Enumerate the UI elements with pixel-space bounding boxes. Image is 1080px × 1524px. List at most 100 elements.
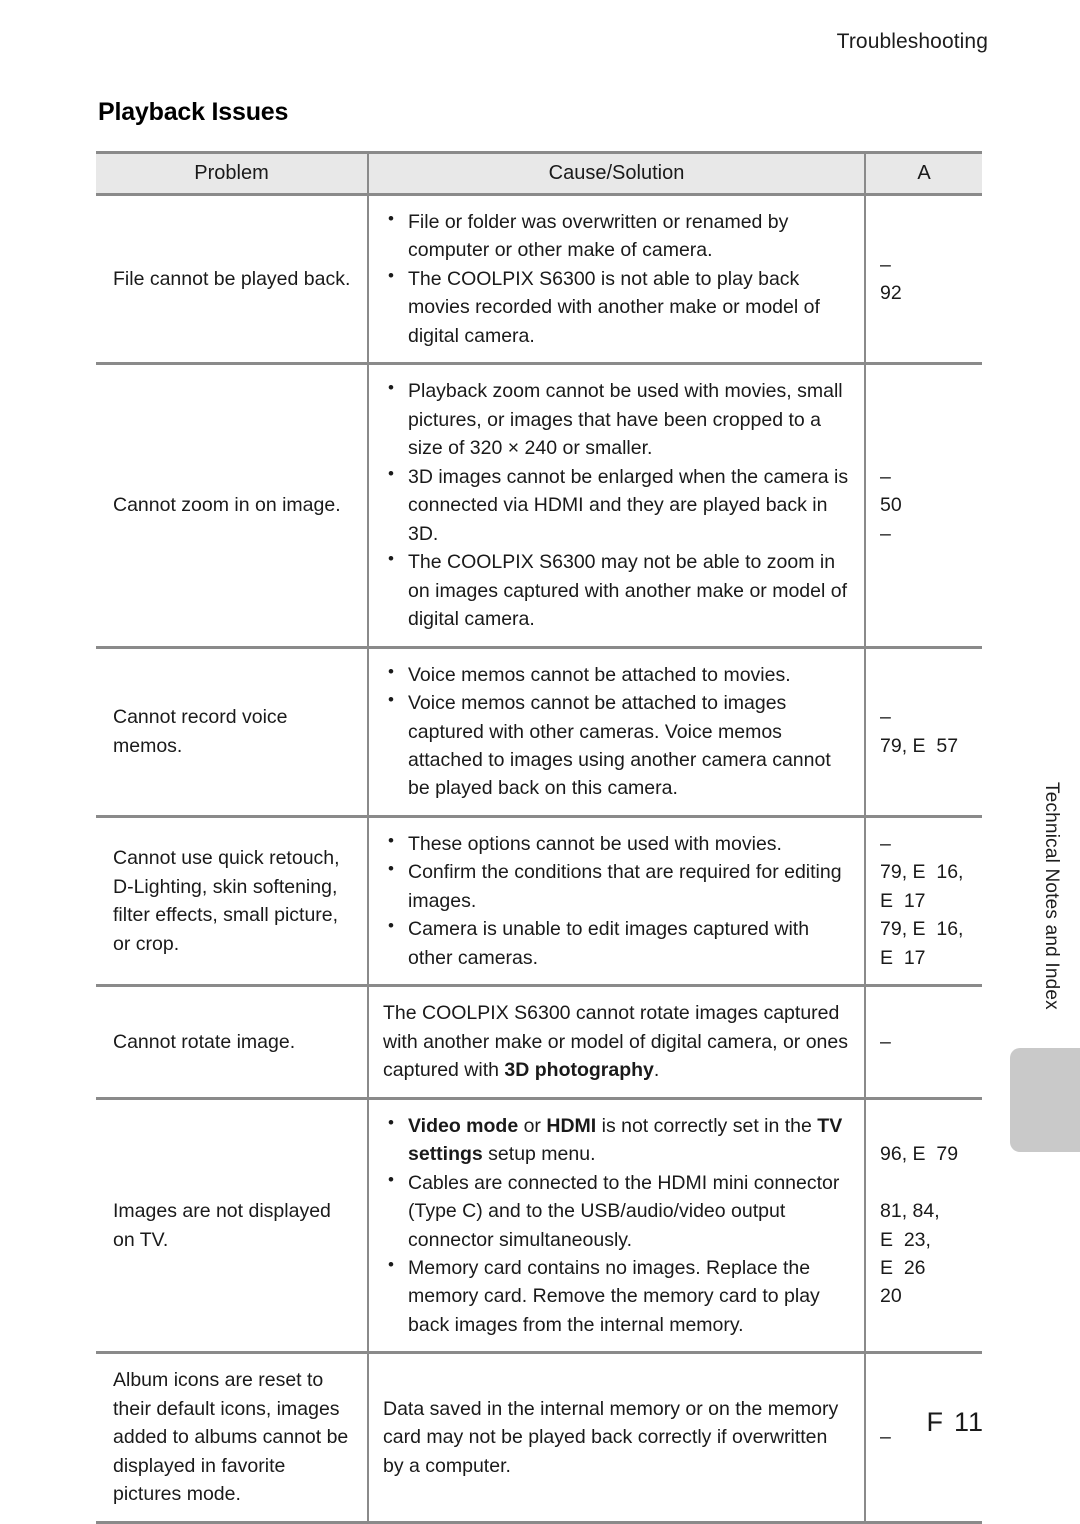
- problem-text: Album icons are reset to their default i…: [113, 1369, 349, 1506]
- reference-value: E 17: [880, 889, 926, 912]
- reference-list: – 79, E 57: [866, 691, 982, 772]
- list-item: Cables are connected to the HDMI mini co…: [383, 1168, 852, 1254]
- problem-text: Cannot zoom in on image.: [113, 494, 341, 517]
- page-footer: F 11: [926, 1407, 984, 1438]
- cell-cause-solution: Video mode or HDMI is not correctly set …: [368, 1096, 866, 1355]
- cause-solution-list: These options cannot be used with movies…: [383, 829, 852, 972]
- list-item: The COOLPIX S6300 may not be able to zoo…: [383, 547, 852, 633]
- reference-value: –: [880, 465, 891, 488]
- reference-value: 50: [880, 494, 902, 517]
- table-row: File cannot be played back. File or folde…: [96, 192, 982, 366]
- reference-value: –: [880, 1030, 891, 1053]
- list-item: 3D images cannot be enlarged when the ca…: [383, 462, 852, 548]
- cell-reference: –: [865, 984, 982, 1100]
- problem-text: File cannot be played back.: [113, 267, 351, 290]
- cause-solution-content: The COOLPIX S6300 cannot rotate images c…: [369, 987, 864, 1096]
- reference-value: 96, E 79: [880, 1143, 959, 1166]
- cell-reference: 96, E 79 81, 84, E 23, E 26 20: [865, 1096, 982, 1355]
- column-header-reference: A: [865, 151, 982, 196]
- reference-value: E 26: [880, 1257, 926, 1279]
- side-tab-marker: [1010, 1048, 1080, 1152]
- cell-problem: Cannot record voice memos.: [96, 645, 369, 818]
- cause-solution-paragraph: The COOLPIX S6300 cannot rotate images c…: [383, 1002, 848, 1082]
- cell-problem: Cannot use quick retouch, D-Lighting, sk…: [96, 814, 369, 988]
- list-item: File or folder was overwritten or rename…: [383, 207, 852, 265]
- list-item: Memory card contains no images. Replace …: [383, 1253, 852, 1339]
- cell-reference: – 79, E 57: [865, 645, 982, 818]
- reference-value: –: [880, 706, 891, 729]
- table-header-row: Problem Cause/Solution A: [96, 151, 982, 196]
- reference-list: – 50 –: [866, 451, 982, 560]
- list-item: Voice memos cannot be attached to images…: [383, 688, 852, 803]
- reference-list: – 79, E 16, E 17 79, E 16, E 17: [866, 818, 982, 984]
- column-header-cause-solution: Cause/Solution: [368, 151, 866, 196]
- cell-reference: – 79, E 16, E 17 79, E 16, E 17: [865, 814, 982, 988]
- cause-solution-content: Data saved in the internal memory or on …: [369, 1383, 864, 1492]
- cell-reference: – 92: [865, 192, 982, 366]
- column-header-problem: Problem: [96, 151, 369, 196]
- cause-solution-list: File or folder was overwritten or rename…: [383, 207, 852, 350]
- table-row: Cannot record voice memos. Voice memos ca…: [96, 645, 982, 818]
- cause-solution-content: Voice memos cannot be attached to movies…: [369, 649, 864, 815]
- reference-value: –: [880, 832, 891, 855]
- reference-value: 79, E 57: [880, 734, 959, 757]
- cell-cause-solution: Data saved in the internal memory or on …: [368, 1351, 866, 1524]
- troubleshooting-table: Problem Cause/Solution A File cannot be …: [96, 151, 982, 1524]
- problem-text: Cannot record voice memos.: [113, 706, 288, 757]
- cell-cause-solution: Voice memos cannot be attached to movies…: [368, 645, 866, 818]
- cell-cause-solution: These options cannot be used with movies…: [368, 814, 866, 988]
- reference-list: – 92: [866, 239, 982, 320]
- reference-list: –: [866, 1016, 982, 1068]
- side-tab-vertical-label: Technical Notes and Index: [1041, 782, 1062, 1010]
- table-body: File cannot be played back. File or folde…: [96, 192, 982, 1524]
- reference-value: 79, E 16,: [880, 861, 964, 884]
- troubleshooting-table-wrapper: Problem Cause/Solution A File cannot be …: [96, 151, 982, 1524]
- cell-problem: Album icons are reset to their default i…: [96, 1351, 369, 1524]
- cause-solution-paragraph: Data saved in the internal memory or on …: [383, 1397, 839, 1477]
- cause-solution-content: These options cannot be used with movies…: [369, 818, 864, 984]
- reference-value: 79, E 16,: [880, 918, 964, 941]
- list-item: Playback zoom cannot be used with movies…: [383, 376, 852, 462]
- reference-value: –: [880, 522, 891, 545]
- page-title: Playback Issues: [98, 98, 289, 126]
- table-row: Cannot rotate image. The COOLPIX S6300 ca…: [96, 984, 982, 1100]
- list-item: Confirm the conditions that are required…: [383, 857, 852, 915]
- reference-value: E 23,: [880, 1228, 931, 1251]
- cause-solution-list: Video mode or HDMI is not correctly set …: [383, 1111, 852, 1340]
- cell-cause-solution: File or folder was overwritten or rename…: [368, 192, 866, 366]
- cell-cause-solution: Playback zoom cannot be used with movies…: [368, 362, 866, 649]
- table-row: Album icons are reset to their default i…: [96, 1351, 982, 1524]
- cause-solution-list: Voice memos cannot be attached to movies…: [383, 660, 852, 803]
- list-item: These options cannot be used with movies…: [383, 829, 852, 858]
- reference-value: 92: [880, 282, 902, 305]
- reference-spacer: [880, 1169, 974, 1197]
- list-item: Camera is unable to edit images captured…: [383, 914, 852, 972]
- table-row: Images are not displayed on TV. Video mod…: [96, 1096, 982, 1355]
- cell-problem: Images are not displayed on TV.: [96, 1096, 369, 1355]
- cause-solution-content: Playback zoom cannot be used with movies…: [369, 365, 864, 645]
- problem-text: Images are not displayed on TV.: [113, 1200, 331, 1251]
- cell-cause-solution: The COOLPIX S6300 cannot rotate images c…: [368, 984, 866, 1100]
- reference-value: 20: [880, 1285, 902, 1308]
- reference-value: –: [880, 253, 891, 276]
- table-row: Cannot use quick retouch, D-Lighting, sk…: [96, 814, 982, 988]
- cell-problem: Cannot rotate image.: [96, 984, 369, 1100]
- list-item: The COOLPIX S6300 is not able to play ba…: [383, 264, 852, 350]
- reference-value: 81, 84,: [880, 1200, 940, 1223]
- table-header: Problem Cause/Solution A: [96, 151, 982, 196]
- footer-page-number: 11: [953, 1407, 984, 1437]
- reference-list: 96, E 79 81, 84, E 23, E 26 20: [866, 1128, 982, 1323]
- cause-solution-list: Playback zoom cannot be used with movies…: [383, 376, 852, 633]
- cell-reference: – 50 –: [865, 362, 982, 649]
- reference-value: E 17: [880, 946, 926, 969]
- problem-text: Cannot rotate image.: [113, 1030, 296, 1053]
- list-item: Video mode or HDMI is not correctly set …: [383, 1111, 852, 1169]
- cell-problem: File cannot be played back.: [96, 192, 369, 366]
- cause-solution-content: Video mode or HDMI is not correctly set …: [369, 1100, 864, 1352]
- list-item: Voice memos cannot be attached to movies…: [383, 660, 852, 689]
- running-header: Troubleshooting: [836, 30, 988, 53]
- footer-symbol-icon: F: [926, 1407, 944, 1437]
- problem-text: Cannot use quick retouch, D-Lighting, sk…: [113, 847, 340, 955]
- cell-problem: Cannot zoom in on image.: [96, 362, 369, 649]
- cause-solution-content: File or folder was overwritten or rename…: [369, 196, 864, 362]
